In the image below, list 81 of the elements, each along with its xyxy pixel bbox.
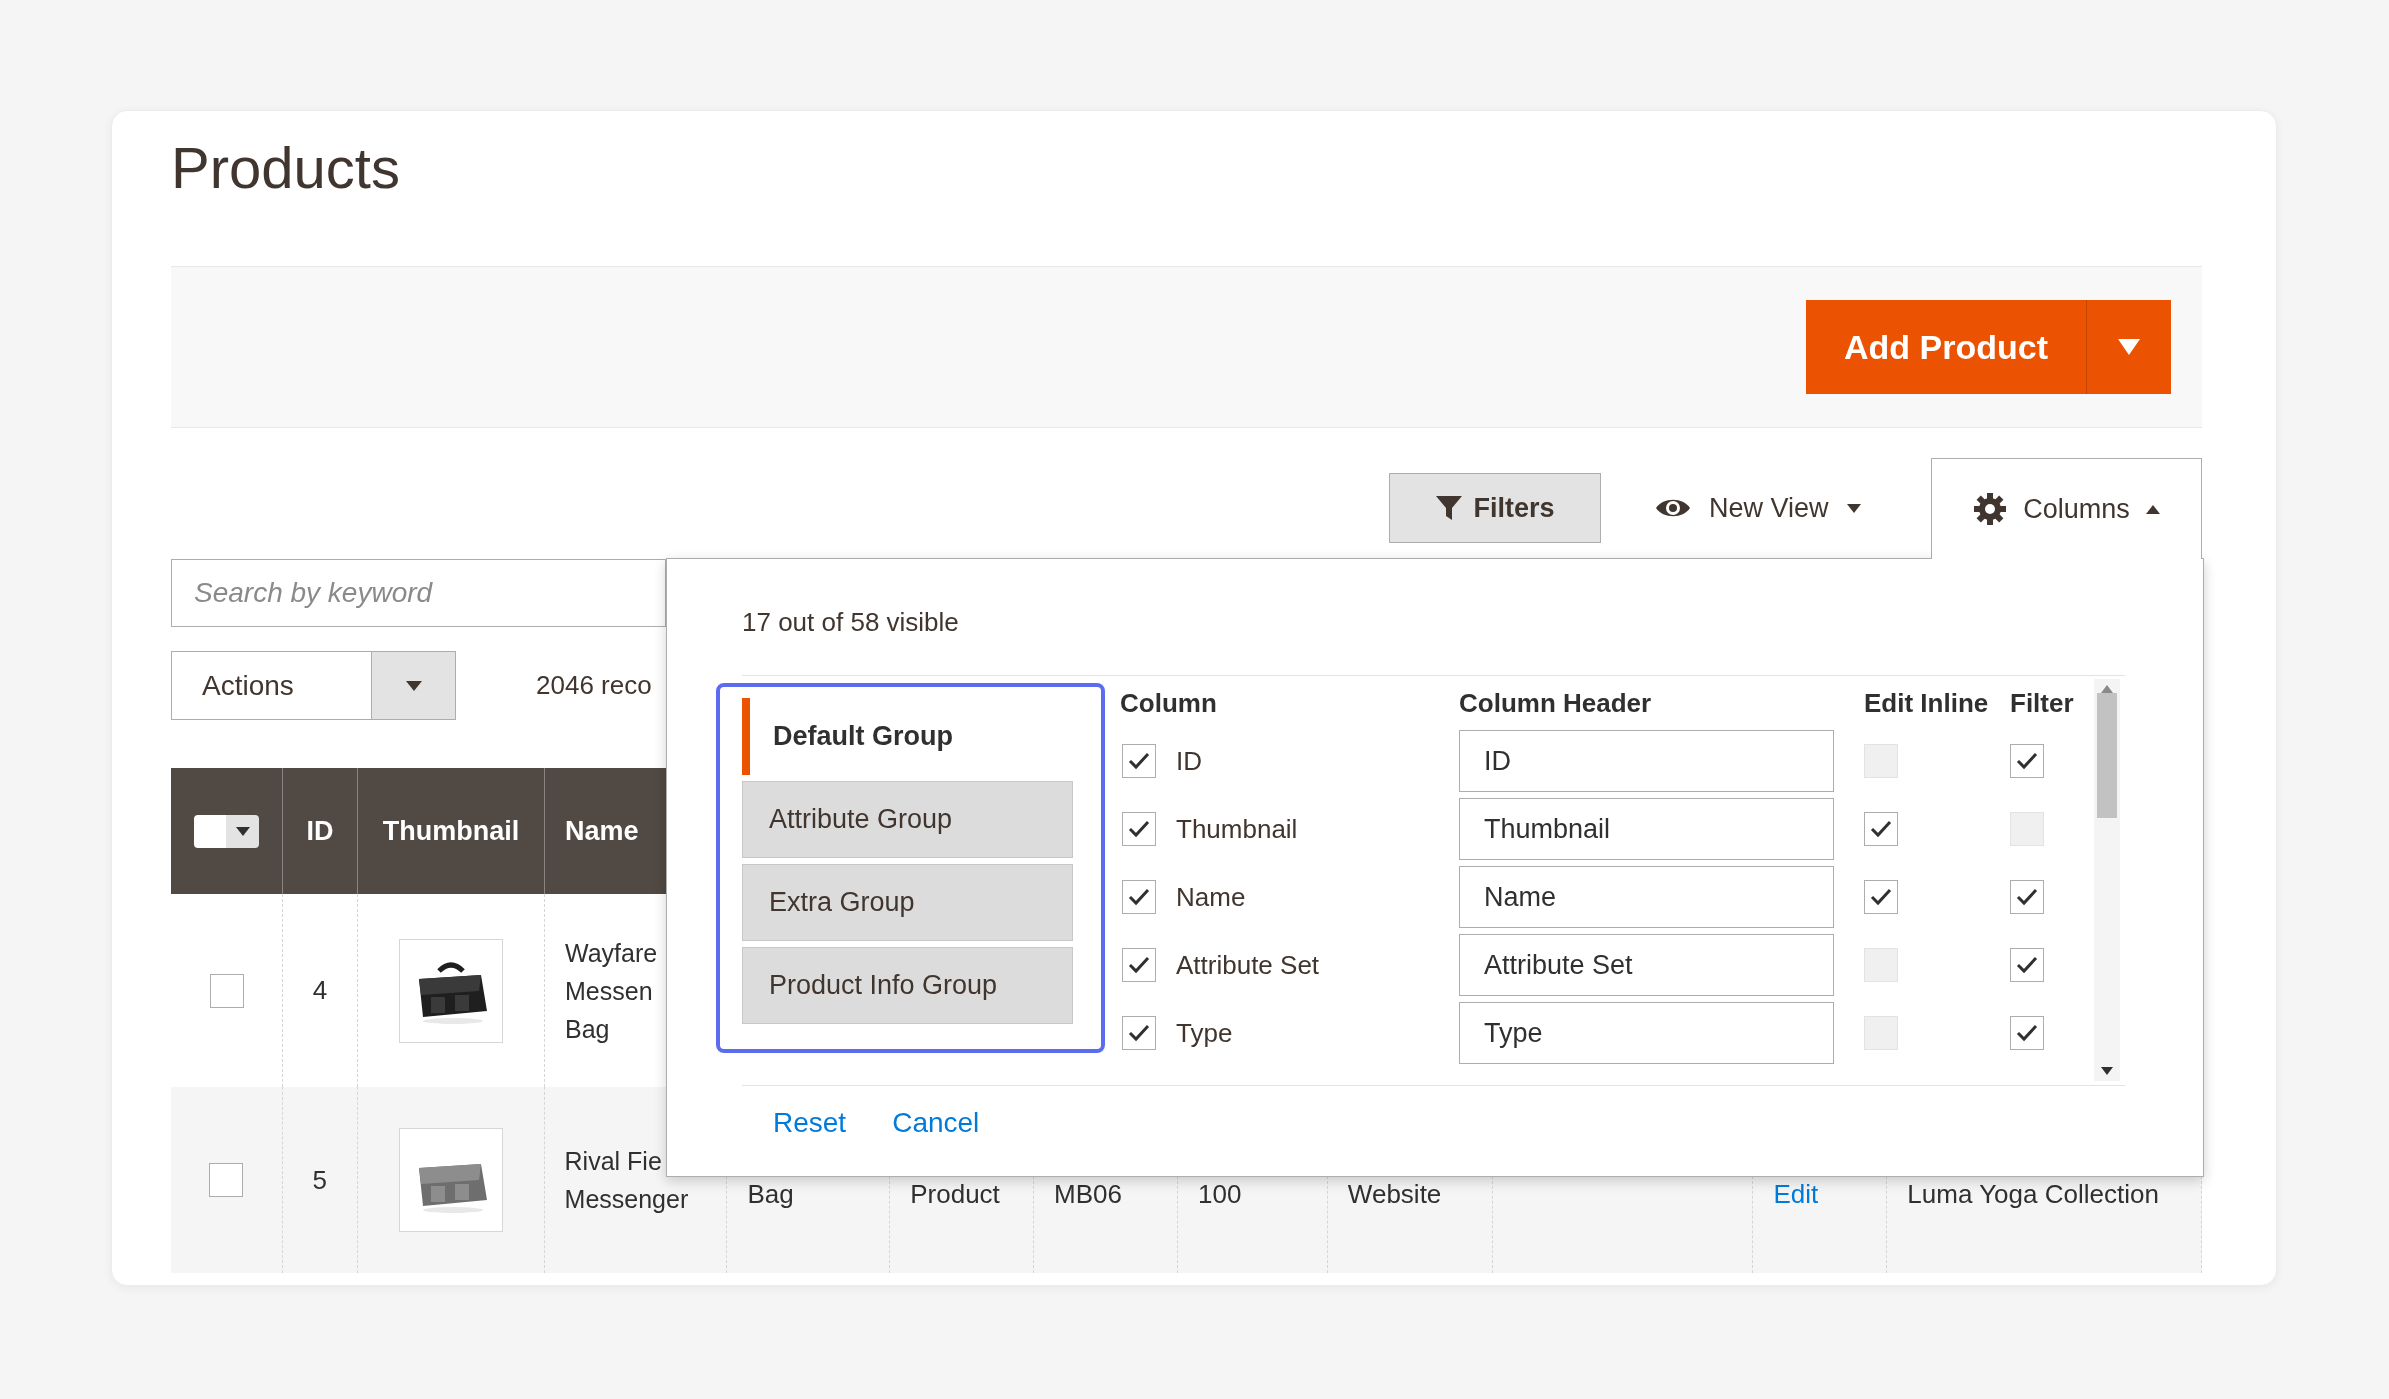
- column-header-field[interactable]: Name: [1459, 866, 1834, 928]
- column-heading: Filter: [2010, 686, 2074, 720]
- check-icon: [1128, 888, 1150, 906]
- check-icon: [2016, 752, 2038, 770]
- check-icon: [1128, 752, 1150, 770]
- table-cell-text: Messenger: [564, 1184, 689, 1215]
- column-header[interactable]: ID: [306, 810, 334, 852]
- column-label: Thumbnail: [1176, 812, 1298, 846]
- add-product-dropdown[interactable]: [2086, 300, 2171, 394]
- column-header[interactable]: Thumbnail: [382, 810, 520, 852]
- table-cell: Luma Yoga Collection: [1907, 1179, 2159, 1209]
- filters-button[interactable]: Filters: [1389, 473, 1601, 543]
- edit-link[interactable]: Edit: [1773, 1179, 1819, 1209]
- check-icon: [2016, 956, 2038, 974]
- scrollbar-thumb[interactable]: [2097, 692, 2117, 818]
- row-checkbox[interactable]: [209, 1163, 244, 1197]
- column-heading: Edit Inline: [1864, 686, 1989, 720]
- column-label: ID: [1176, 744, 1202, 778]
- table-cell-text: 5: [312, 1163, 328, 1197]
- caret-icon: [1846, 503, 1861, 513]
- column-header-field[interactable]: Thumbnail: [1459, 798, 1834, 860]
- table-cell: Product: [910, 1179, 1000, 1209]
- check-icon: [1128, 956, 1150, 974]
- table-cell-text: Messen: [565, 975, 653, 1007]
- column-header-field[interactable]: Attribute Set: [1459, 934, 1834, 996]
- caret-icon: [2145, 504, 2160, 514]
- check-icon: [1128, 820, 1150, 838]
- column-checkbox[interactable]: [1122, 880, 1156, 914]
- table-cell: 100: [1198, 1179, 1242, 1209]
- check-icon: [1870, 820, 1892, 838]
- table-cell: Website: [1347, 1179, 1442, 1209]
- filter-checkbox[interactable]: [2010, 880, 2044, 914]
- table-cell: Bag: [747, 1179, 794, 1209]
- funnel-icon: [1435, 494, 1464, 522]
- actions-dropdown[interactable]: Actions: [171, 651, 456, 720]
- table-cell-text: Wayfare: [565, 937, 658, 969]
- mass-select-control[interactable]: [194, 814, 259, 848]
- check-icon: [1870, 888, 1892, 906]
- view-selector[interactable]: New View: [1655, 473, 1895, 543]
- columns-tab[interactable]: Columns: [1931, 458, 2202, 559]
- column-label: Type: [1176, 1016, 1233, 1050]
- filter-checkbox[interactable]: [2010, 744, 2044, 778]
- column-heading: Column Header: [1459, 686, 1652, 720]
- cancel-button[interactable]: Cancel: [892, 1101, 980, 1144]
- add-product-button[interactable]: Add Product: [1806, 300, 2086, 394]
- filter-checkbox[interactable]: [2010, 1016, 2044, 1050]
- column-label: Attribute Set: [1176, 948, 1320, 982]
- column-checkbox[interactable]: [1122, 744, 1156, 778]
- reset-button[interactable]: Reset: [773, 1101, 847, 1144]
- check-icon: [2016, 888, 2038, 906]
- column-heading: Column: [1120, 686, 1217, 720]
- table-cell-text: Rival Fie: [564, 1146, 662, 1177]
- caret-icon: [235, 826, 250, 836]
- column-header[interactable]: Name: [565, 810, 639, 852]
- column-header-field[interactable]: Type: [1459, 1002, 1834, 1064]
- page-title: Products: [171, 134, 400, 202]
- row-checkbox[interactable]: [209, 973, 244, 1008]
- filter-checkbox[interactable]: [2010, 948, 2044, 982]
- table-cell: MB06: [1054, 1179, 1123, 1209]
- edit-inline-checkbox[interactable]: [1864, 812, 1898, 846]
- search-field[interactable]: Search by keyword: [171, 559, 666, 627]
- table-cell-text: 4: [312, 974, 328, 1007]
- check-icon: [1128, 1024, 1150, 1042]
- group-tab[interactable]: Extra Group: [742, 864, 1073, 941]
- column-checkbox[interactable]: [1122, 948, 1156, 982]
- visible-count: 17 out of 58 visible: [742, 605, 959, 639]
- table-cell-text: Bag: [565, 1013, 610, 1045]
- caret-icon: [405, 680, 422, 691]
- column-header-field[interactable]: ID: [1459, 730, 1834, 792]
- column-label: Name: [1176, 880, 1246, 914]
- group-tab[interactable]: Attribute Group: [742, 781, 1073, 858]
- records-count: 2046 reco: [536, 669, 652, 702]
- scrollbar[interactable]: [2094, 679, 2120, 1081]
- group-tab[interactable]: Product Info Group: [742, 947, 1073, 1024]
- caret-icon: [2118, 339, 2140, 355]
- settings-icon: [1973, 492, 2008, 526]
- scroll-down-icon[interactable]: [2101, 1067, 2113, 1075]
- check-icon: [2016, 1024, 2038, 1042]
- edit-inline-checkbox[interactable]: [1864, 880, 1898, 914]
- column-checkbox[interactable]: [1122, 1016, 1156, 1050]
- column-checkbox[interactable]: [1122, 812, 1156, 846]
